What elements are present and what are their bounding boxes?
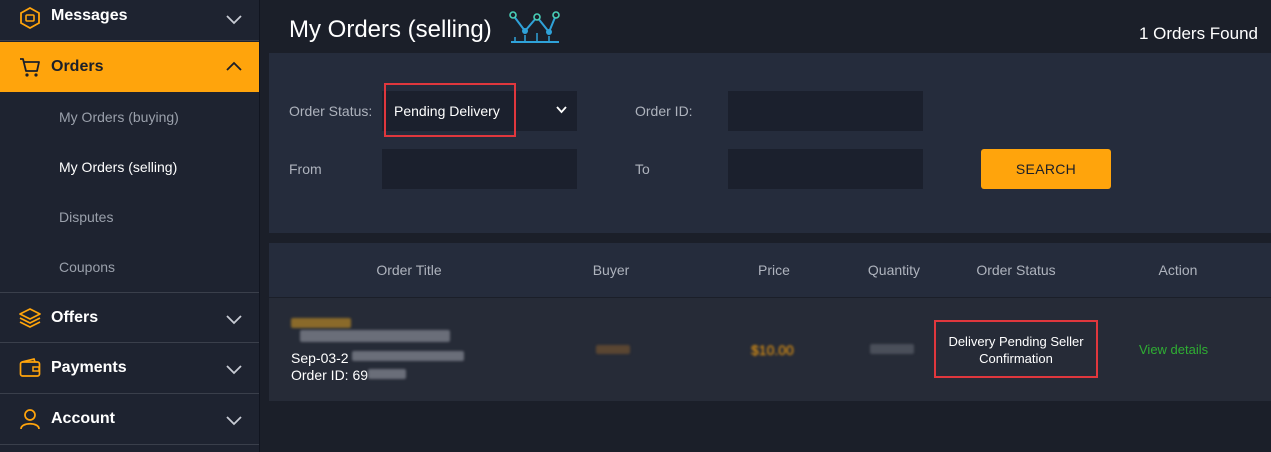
chevron-up-icon — [226, 61, 242, 71]
chevron-down-icon — [556, 106, 567, 114]
to-date-input[interactable] — [728, 149, 923, 189]
page-title: My Orders (selling) — [289, 16, 492, 43]
order-status-select[interactable]: Pending Delivery — [382, 91, 577, 131]
order-status-label: Order Status: — [289, 103, 373, 119]
orders-submenu: My Orders (buying) My Orders (selling) D… — [0, 92, 259, 292]
column-order-status: Order Status — [976, 262, 1056, 278]
user-icon — [20, 409, 40, 430]
messages-icon — [20, 7, 40, 29]
order-price: $10.00 — [751, 342, 794, 358]
column-price: Price — [758, 262, 790, 278]
view-details-link[interactable]: View details — [1139, 342, 1208, 357]
order-id-text: Order ID: 69 — [291, 367, 369, 383]
sidebar-item-coupons[interactable]: Coupons — [59, 259, 115, 275]
chevron-down-icon — [226, 416, 242, 426]
chevron-down-icon — [226, 365, 242, 375]
sidebar: Messages Orders My Orders (buying) My Or… — [0, 0, 260, 452]
to-label: To — [635, 161, 650, 177]
orders-count: 1 Orders Found — [1138, 24, 1258, 43]
from-date-input[interactable] — [382, 149, 577, 189]
order-date: Sep-03-2 — [291, 350, 349, 366]
order-status-text: Delivery Pending Seller Confirmation — [948, 334, 1084, 366]
nav-orders-label: Orders — [51, 58, 104, 75]
sidebar-item-disputes[interactable]: Disputes — [59, 209, 113, 225]
nav-account-label: Account — [51, 410, 115, 427]
sidebar-item-my-orders-selling[interactable]: My Orders (selling) — [59, 159, 177, 175]
redacted-title-line — [300, 330, 450, 342]
nav-offers-label: Offers — [51, 309, 99, 326]
cart-icon — [20, 58, 40, 77]
column-quantity: Quantity — [867, 262, 921, 278]
column-action: Action — [1158, 262, 1198, 278]
redacted-date — [352, 351, 464, 361]
order-id-label: Order ID: — [635, 103, 693, 119]
column-order-title: Order Title — [376, 262, 442, 278]
nav-payments[interactable]: Payments — [0, 343, 259, 394]
nav-payments-label: Payments — [51, 359, 127, 376]
table-header: Order Title Buyer Price Quantity Order S… — [269, 243, 1271, 298]
column-buyer: Buyer — [592, 262, 630, 278]
layers-icon — [19, 308, 41, 328]
wallet-icon — [19, 357, 41, 377]
chevron-down-icon — [226, 15, 242, 25]
from-label: From — [289, 161, 322, 177]
redacted-buyer — [596, 345, 630, 354]
redacted-quantity — [870, 344, 914, 354]
chevron-down-icon — [226, 315, 242, 325]
nav-account[interactable]: Account — [0, 394, 259, 445]
redacted-order-id — [368, 369, 406, 379]
filter-panel — [269, 53, 1271, 233]
order-status-value: Pending Delivery — [394, 103, 500, 119]
search-button[interactable]: SEARCH — [981, 149, 1111, 189]
nav-messages-label: Messages — [51, 7, 128, 24]
redacted-title — [291, 318, 351, 328]
nav-orders[interactable]: Orders — [0, 42, 259, 92]
order-id-input[interactable] — [728, 91, 923, 131]
nav-offers[interactable]: Offers — [0, 292, 259, 343]
nav-messages[interactable]: Messages — [0, 0, 259, 41]
sidebar-item-my-orders-buying[interactable]: My Orders (buying) — [59, 109, 179, 125]
chart-line-icon — [509, 11, 560, 43]
